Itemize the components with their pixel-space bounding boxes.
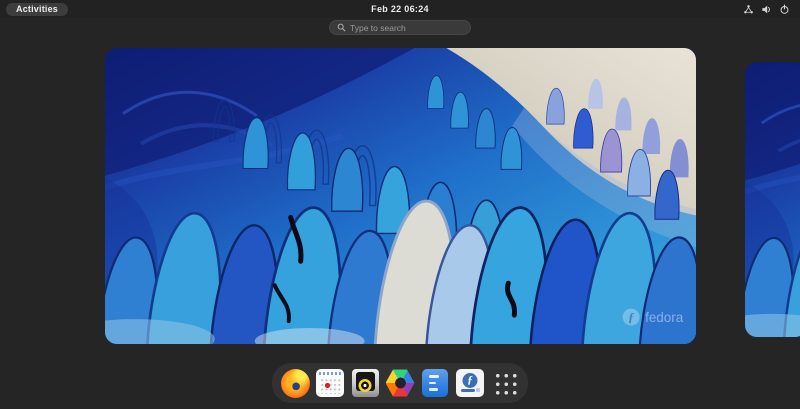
fedora-watermark: ƒ fedora bbox=[623, 309, 684, 326]
fedora-logo-icon: ƒ bbox=[628, 310, 635, 325]
dash: ƒ bbox=[272, 363, 528, 403]
dock-item-photos[interactable] bbox=[385, 368, 415, 398]
files-icon bbox=[422, 369, 448, 397]
power-icon bbox=[779, 4, 790, 15]
workspace-next[interactable] bbox=[745, 62, 800, 337]
dock-item-files[interactable] bbox=[420, 368, 450, 398]
fedora-watermark-text: fedora bbox=[645, 310, 684, 325]
volume-icon bbox=[761, 4, 772, 15]
activities-button[interactable]: Activities bbox=[6, 3, 68, 16]
top-bar: Activities Feb 22 06:24 bbox=[0, 0, 800, 18]
calendar-icon bbox=[316, 369, 344, 397]
dock-item-firefox[interactable] bbox=[280, 368, 310, 398]
search-icon bbox=[337, 19, 346, 37]
dock-item-calendar[interactable] bbox=[315, 368, 345, 398]
system-status-area[interactable] bbox=[739, 2, 794, 17]
search-input[interactable] bbox=[350, 23, 463, 33]
dock-item-rhythmbox[interactable] bbox=[350, 368, 380, 398]
photos-icon bbox=[386, 369, 415, 397]
wallpaper bbox=[745, 62, 800, 337]
clock[interactable]: Feb 22 06:24 bbox=[371, 0, 429, 18]
network-icon bbox=[743, 4, 754, 15]
rhythmbox-icon bbox=[352, 369, 379, 397]
search-bar[interactable] bbox=[329, 20, 471, 35]
dock-item-fedora-media-writer[interactable]: ƒ bbox=[455, 368, 485, 398]
firefox-icon bbox=[281, 369, 310, 398]
wallpaper: ƒ fedora bbox=[105, 48, 696, 344]
workspace-current[interactable]: ƒ fedora bbox=[105, 48, 696, 344]
show-apps-button[interactable] bbox=[490, 368, 520, 398]
fedora-media-writer-icon: ƒ bbox=[456, 369, 484, 397]
app-grid-icon bbox=[493, 371, 518, 396]
